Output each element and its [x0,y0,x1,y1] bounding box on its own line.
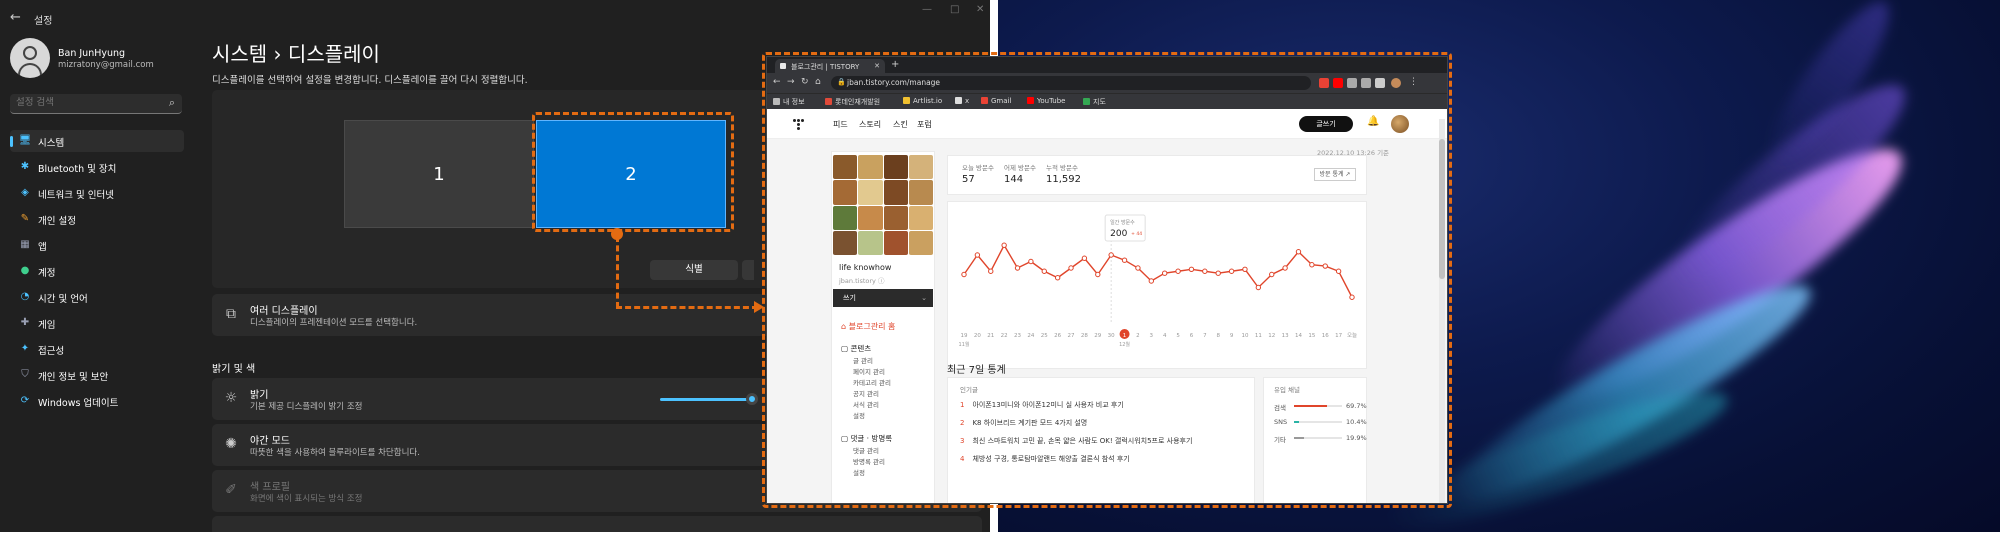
sidebar-item-4[interactable]: ▦ 앱 [10,234,184,256]
night-mode-subtitle: 따뜻한 색을 사용하여 블루라이트를 차단합니다. [250,448,420,458]
highlight-monitor-2 [532,112,734,232]
identify-button[interactable]: 식별 [650,260,738,280]
sidebar-item-label: 앱 [38,242,47,253]
back-arrow-icon[interactable]: ← [10,10,21,25]
color-profile-subtitle: 화면에 색이 표시되는 방식 조정 [250,494,363,504]
sidebar-item-label: 개인 설정 [38,216,76,227]
brightness-icon: ☼ [224,390,238,406]
nav-icon: ✱ [20,161,30,172]
window-title: 설정 [34,16,53,27]
night-mode-icon: ✺ [225,436,237,452]
brightness-slider-thumb[interactable] [746,393,758,405]
connector-line-horizontal [616,306,758,309]
brightness-subtitle: 기본 제공 디스플레이 밝기 조정 [250,402,363,412]
sidebar-item-9[interactable]: ⛉ 개인 정보 및 보안 [10,364,184,386]
night-mode-title: 야간 모드 [250,436,290,447]
nav-icon: 🖥 [18,135,32,146]
sidebar-item-10[interactable]: ⟳ Windows 업데이트 [10,390,184,412]
section-heading-brightness: 밝기 및 색 [212,364,256,375]
page-description: 디스플레이를 선택하여 설정을 변경합니다. 디스플레이를 끌어 다시 정렬합니… [212,75,528,86]
nav-icon: ◔ [20,291,30,302]
sidebar-item-label: 접근성 [38,346,65,357]
pen-icon: ✐ [225,482,237,498]
sidebar-item-6[interactable]: ◔ 시간 및 언어 [10,286,184,308]
nav-icon: ◈ [21,187,29,198]
sidebar-item-label: 계정 [38,268,56,279]
highlight-browser-window [762,52,1452,508]
sidebar-item-5[interactable]: ● 계정 [10,260,184,282]
search-icon[interactable]: ⌕ [169,96,175,110]
sidebar-item-label: 시스템 [38,138,65,149]
brightness-slider-track[interactable] [660,398,750,401]
minimize-button[interactable]: — [922,4,932,15]
nav-icon: ✦ [20,343,30,354]
sidebar-item-label: 시간 및 언어 [38,294,88,305]
nav-icon: ⛉ [21,369,29,380]
color-profile-title: 색 프로필 [250,482,290,493]
nav-icon: ⟳ [20,395,30,406]
nav-icon: ✎ [20,213,30,224]
multi-display-icon: ⧉ [226,306,236,322]
maximize-button[interactable]: □ [950,4,959,15]
multi-display-title: 여러 디스플레이 [250,306,318,317]
sidebar-item-0[interactable]: 🖥 시스템 [10,130,184,152]
user-email: mizratony@gmail.com [58,60,154,70]
sidebar-item-label: 개인 정보 및 보안 [38,372,109,383]
sidebar-item-8[interactable]: ✦ 접근성 [10,338,184,360]
monitor-1[interactable]: 1 [344,120,534,228]
sidebar-item-2[interactable]: ◈ 네트워크 및 인터넷 [10,182,184,204]
sidebar-item-label: Bluetooth 및 장치 [38,164,117,175]
brightness-title: 밝기 [250,390,269,401]
user-name: Ban JunHyung [58,48,126,59]
nav-icon: ✚ [20,317,30,328]
nav-icon: ● [20,265,30,276]
search-box[interactable]: ⌕ [10,94,182,114]
multi-display-subtitle: 디스플레이의 프레젠테이션 모드를 선택합니다. [250,318,418,328]
nav-icon: ▦ [20,239,30,250]
next-setting-card [212,516,982,532]
sidebar-item-7[interactable]: ✚ 게임 [10,312,184,334]
search-input[interactable] [16,97,156,108]
sidebar-item-label: Windows 업데이트 [38,398,119,409]
sidebar-item-1[interactable]: ✱ Bluetooth 및 장치 [10,156,184,178]
connector-arrow-icon [754,301,764,313]
sidebar-item-label: 네트워크 및 인터넷 [38,190,114,201]
sidebar-item-3[interactable]: ✎ 개인 설정 [10,208,184,230]
page-title: 시스템 › 디스플레이 [212,42,380,66]
user-head-icon [23,46,37,60]
user-body-icon [18,63,42,78]
connector-line-vertical [616,236,619,308]
close-button[interactable]: ✕ [976,4,984,15]
avatar[interactable] [10,38,50,78]
sidebar-item-label: 게임 [38,320,56,331]
detect-button[interactable] [742,260,754,280]
